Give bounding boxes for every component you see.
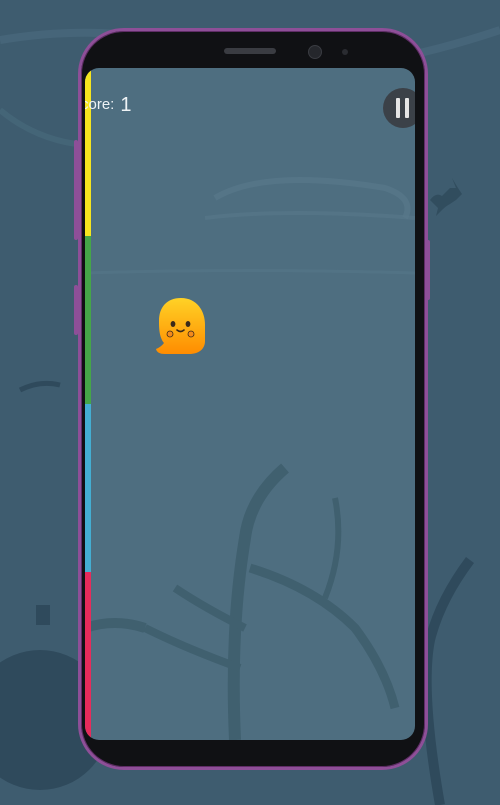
score-value: 1 [120, 94, 132, 116]
score-display: core: 1 [85, 94, 131, 117]
color-segment [85, 572, 91, 740]
phone-speaker [224, 48, 276, 54]
screen-decor [85, 177, 415, 740]
color-segment [85, 236, 91, 404]
phone-sensor [342, 49, 348, 55]
score-label: core: [85, 96, 115, 113]
ghost-icon[interactable] [155, 297, 207, 355]
color-segment [85, 404, 91, 572]
game-screen[interactable]: core: 1 [85, 68, 415, 740]
pause-button[interactable] [383, 88, 415, 128]
phone-camera [308, 45, 322, 59]
tree-silhouette [421, 557, 475, 805]
color-strip [85, 68, 91, 740]
bat-icon [430, 178, 462, 216]
